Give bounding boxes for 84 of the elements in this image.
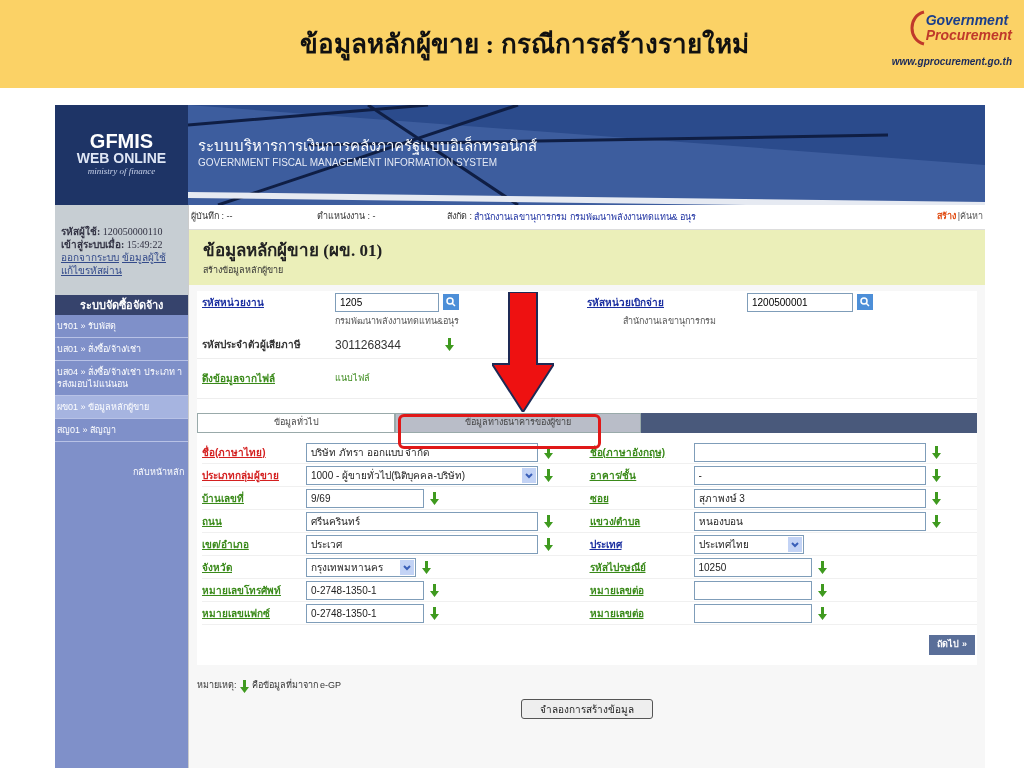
arrow-down-icon (239, 679, 249, 693)
login-time: เข้าสู่ระบบเมื่อ: 15:49:22 (61, 239, 163, 250)
field-label[interactable]: ซอย (589, 490, 694, 506)
text-field[interactable]: ศรีนครินทร์ (306, 511, 538, 531)
field-label[interactable]: ประเทศ (589, 536, 694, 552)
action-link[interactable]: |ค้นหา (957, 210, 983, 224)
note-label: หมายเหตุ: (197, 679, 237, 693)
agency-name: กรมพัฒนาพลังงานทดแทน&อนุร (335, 315, 460, 329)
field-label[interactable]: หมายเลขต่อ (589, 582, 694, 598)
affiliation-label: สังกัด : (447, 210, 472, 224)
field-label[interactable]: อาคาร/ชั้น (589, 467, 694, 483)
page-subtitle: สร้างข้อมูลหลักผู้ขาย (203, 263, 284, 277)
attach-file-link[interactable]: แนบไฟล์ (335, 371, 370, 386)
note-text: คือข้อมูลที่มาจาก e-GP (251, 679, 342, 693)
dropdown-caret-icon (787, 536, 802, 552)
logo-text: Government (925, 13, 1010, 28)
field-label[interactable]: รหัสหน่วยเบิกจ่าย (587, 294, 747, 310)
field-label[interactable]: หมายเลขต่อ (589, 605, 694, 621)
field-label[interactable]: จังหวัด (202, 559, 306, 575)
dropdown-caret-icon (522, 467, 536, 483)
field-label[interactable]: บ้านเลขที่ (202, 490, 306, 506)
back-link[interactable]: กลับหน้าหลัก (133, 466, 184, 478)
text-field[interactable] (693, 603, 812, 623)
field-label: รหัสประจำตัวผู้เสียภาษี (201, 338, 302, 352)
logo-tagline: ministry of finance (87, 165, 156, 179)
field-label[interactable]: ประเภทกลุ่มผู้ขาย (202, 467, 306, 483)
text-field[interactable]: หนองบอน (693, 511, 926, 531)
text-field[interactable]: 1200500001 (747, 292, 853, 312)
position-label: ตำแหน่งงาน : - (317, 210, 377, 224)
text-field[interactable] (693, 580, 812, 600)
page-title: ข้อมูลหลักผู้ขาย (ผข. 01) (203, 240, 384, 264)
field-label[interactable]: เขต/อำเภอ (202, 536, 306, 552)
action-link[interactable]: สร้าง (936, 210, 956, 224)
tax-id-value: 3011268344 (335, 336, 402, 354)
logo-subtitle: WEB ONLINE (76, 151, 167, 166)
logo-title: GFMIS (89, 131, 154, 152)
disbursement-unit-name: สำนักงานเลขานุการกรม (623, 315, 716, 329)
user-id: รหัสผู้ใช้: 120050000110 (61, 226, 163, 237)
text-field[interactable] (693, 442, 926, 462)
menu-item[interactable]: บส04 » สั่งซื้อ/จ้าง/เช่า ประเภท ารส่งมอบไม่แน่นอน (55, 361, 188, 396)
website-url: www.gprocurement.go.th (891, 55, 1012, 69)
tab[interactable]: ข้อมูลทางธนาคารของผู้ขาย (395, 413, 641, 433)
menu-item[interactable]: สญ01 » สัญญา (55, 419, 188, 442)
search-icon (446, 297, 456, 307)
text-field[interactable]: 0-2748-1350-1 (306, 580, 424, 600)
text-field[interactable]: ประเวศ (306, 534, 538, 554)
text-field[interactable]: 1205 (335, 292, 439, 312)
dropdown-field[interactable]: กรุงเทพมหานคร (306, 557, 416, 577)
logo-text: Procurement (925, 28, 1012, 43)
tab[interactable]: ข้อมูลทั่วไป (197, 413, 395, 433)
user-link[interactable]: แก้ไขรหัสผ่าน (61, 264, 122, 277)
field-label[interactable]: หมายเลขโทรศัพท์ (202, 582, 306, 598)
menu-item[interactable]: บร01 » รับพัสดุ (55, 315, 188, 338)
field-label[interactable]: ถนน (202, 513, 306, 529)
text-field[interactable]: - (693, 465, 926, 485)
menu-item[interactable]: บส01 » สั่งซื้อ/จ้าง/เช่า (55, 338, 188, 361)
search-icon (860, 297, 870, 307)
field-label[interactable]: รหัสไปรษณีย์ (589, 559, 694, 575)
field-label[interactable]: ชื่อ(ภาษาอังกฤษ) (589, 444, 694, 460)
field-label[interactable]: ชื่อ(ภาษาไทย) (202, 444, 306, 460)
dropdown-field[interactable]: 1000 - ผู้ขายทั่วไป(นิติบุคคล-บริษัท) (306, 465, 538, 485)
system-name: ระบบบริหารการเงินการคลังภาครัฐแบบอิเล็กทรอนิกส์ (198, 137, 537, 155)
text-field[interactable]: 10250 (693, 557, 812, 577)
user-link[interactable]: ข้อมูลผู้ใช้ (122, 251, 166, 264)
simulate-create-button[interactable]: จำลองการสร้างข้อมูล (521, 699, 653, 719)
system-name-english: GOVERNMENT FISCAL MANAGEMENT INFORMATION SYSTEM (198, 156, 499, 170)
slide-title: ข้อมูลหลักผู้ขาย : กรณีการสร้างรายใหม่ (300, 28, 749, 63)
field-label[interactable]: รหัสหน่วยงาน (197, 294, 335, 310)
arrow-down-icon (445, 338, 454, 351)
field-label[interactable]: ดึงข้อมูลจากไฟล์ (197, 371, 335, 386)
field-label[interactable]: หมายเลขแฟกซ์ (202, 605, 306, 621)
dropdown-caret-icon (400, 559, 414, 575)
user-link[interactable]: ออกจากระบบ (61, 251, 119, 264)
search-button[interactable] (857, 294, 873, 310)
affiliation-value: สำนักงานเลขานุการกรม กรมพัฒนาพลังงานทดแทน& อนุร (474, 212, 698, 222)
recorder-label: ผู้บันทึก : -- (191, 210, 234, 224)
text-field[interactable]: สุภาพงษ์ 3 (693, 488, 926, 508)
text-field[interactable]: 0-2748-1350-1 (306, 603, 424, 623)
dropdown-field[interactable]: ประเทศไทย (693, 534, 804, 554)
field-label[interactable]: แขวง/ตำบล (589, 513, 694, 529)
search-button[interactable] (443, 294, 459, 310)
text-field[interactable]: 9/69 (306, 488, 424, 508)
menu-header: ระบบจัดซื้อจัดจ้าง (55, 295, 188, 315)
next-button[interactable]: ถัดไป » (929, 635, 975, 655)
